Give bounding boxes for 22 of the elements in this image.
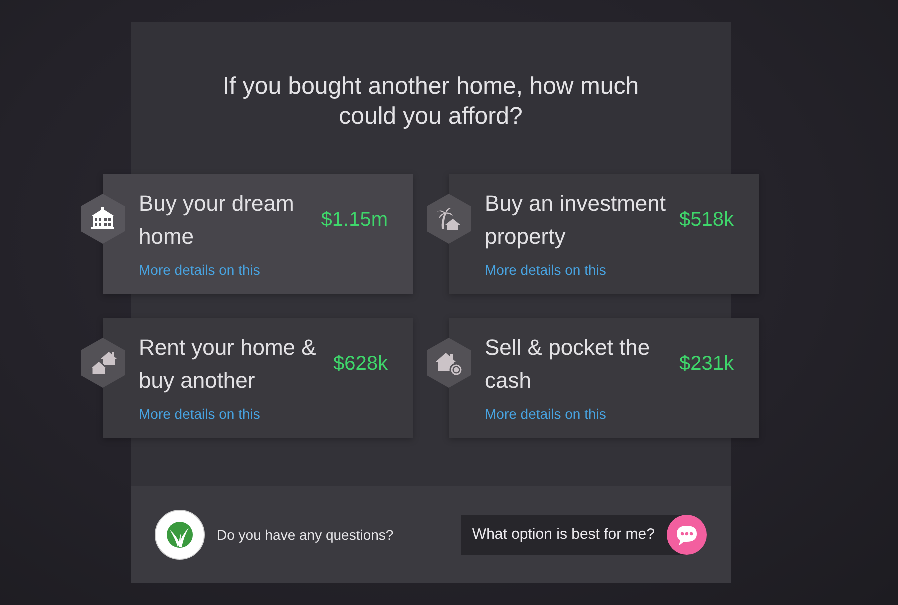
option-amount: $1.15m <box>321 208 388 232</box>
details-link[interactable]: More details on this <box>485 404 606 424</box>
details-link[interactable]: More details on this <box>139 404 260 424</box>
building-icon <box>81 194 125 244</box>
option-card[interactable]: Sell & pocket the cash $231k More details on this <box>449 318 759 438</box>
house-coin-icon <box>427 338 471 388</box>
option-title: Sell & pocket the cash <box>485 334 652 395</box>
palm-tree-house-icon <box>427 194 471 244</box>
questions-prompt: Do you have any questions? <box>217 526 394 542</box>
leaf-logo-icon <box>155 510 205 560</box>
option-title: Buy your dream home <box>139 190 296 251</box>
option-amount: $231k <box>680 352 734 376</box>
chat-bubble-icon <box>667 514 707 554</box>
option-title: Buy an investment property <box>485 190 667 251</box>
option-amount: $518k <box>680 208 734 232</box>
details-link[interactable]: More details on this <box>485 260 606 280</box>
ask-question-button[interactable]: What option is best for me? <box>461 514 707 554</box>
option-card[interactable]: Buy your dream home $1.15m More details on this <box>103 174 413 294</box>
option-title: Rent your home & buy another <box>139 334 318 395</box>
option-amount: $628k <box>334 352 388 376</box>
page-heading: If you bought another home, how much could you afford? <box>222 72 640 132</box>
two-houses-icon <box>81 338 125 388</box>
